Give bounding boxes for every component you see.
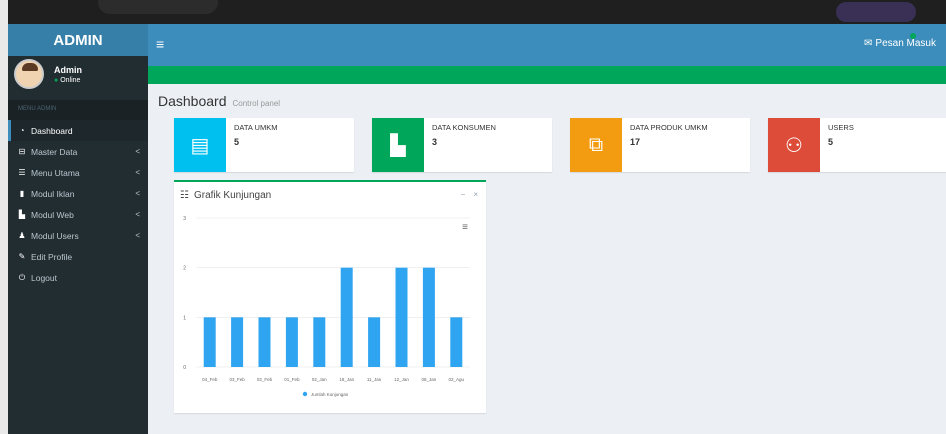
x-tick-label: 03_Feb xyxy=(229,377,245,382)
page-title: Dashboard xyxy=(158,93,227,109)
stat-box-data-produk-umkm: ⧉ DATA PRODUK UMKM 17 xyxy=(570,118,750,172)
avatar xyxy=(14,59,44,89)
user-status-label: Online xyxy=(60,76,81,84)
messages-button[interactable]: ✉ Pesan Masuk xyxy=(864,33,936,49)
browser-profile-pill xyxy=(836,2,916,22)
chevron-left-icon: < xyxy=(135,210,140,219)
bar xyxy=(450,317,463,367)
x-tick-label: 08_Jan xyxy=(422,377,437,382)
sidebar-menu: ◔ Dashboard ⊟ Master Data < ☰ Menu Utama < ▮ Modu… xyxy=(8,120,148,288)
bar xyxy=(203,317,216,367)
top-navbar: ≡ ✉ Pesan Masuk xyxy=(148,24,946,66)
user-name: Admin xyxy=(54,64,82,75)
stat-box-data-konsumen: ▙ DATA KONSUMEN 3 xyxy=(372,118,552,172)
x-tick-label: 01_Feb xyxy=(284,377,300,382)
bar xyxy=(340,267,353,367)
bar xyxy=(395,267,408,367)
x-tick-label: 12_Jan xyxy=(394,377,409,382)
y-tick-label: 1 xyxy=(183,315,186,321)
messages-badge xyxy=(910,33,916,39)
envelope-icon: ✉ xyxy=(864,38,873,49)
sidebar-item-label: Logout xyxy=(31,272,57,283)
sidebar-item-label: Menu Utama xyxy=(31,167,80,178)
list-icon: ☰ xyxy=(18,168,26,177)
sidebar-item-modul-iklan[interactable]: ▮ Modul Iklan < xyxy=(8,183,148,204)
x-tick-label: 11_Jan xyxy=(367,377,382,382)
sidebar-item-dashboard[interactable]: ◔ Dashboard xyxy=(8,120,148,141)
page-header: Dashboard Control panel xyxy=(158,93,280,109)
x-tick-label: 02_Agu xyxy=(449,377,465,382)
chevron-left-icon: < xyxy=(135,231,140,240)
bar xyxy=(285,317,298,367)
chevron-left-icon: < xyxy=(135,168,140,177)
sidebar-item-menu-utama[interactable]: ☰ Menu Utama < xyxy=(8,162,148,183)
stat-value: 5 xyxy=(828,137,834,147)
green-banner xyxy=(148,66,946,84)
sidebar-item-modul-web[interactable]: ▙ Modul Web < xyxy=(8,204,148,225)
stat-label: DATA PRODUK UMKM xyxy=(630,123,708,132)
cart-icon: ⊟ xyxy=(18,147,26,156)
chevron-left-icon: < xyxy=(135,189,140,198)
sidebar-item-logout[interactable]: ⏻ Logout xyxy=(8,267,148,288)
legend-label: Jumlah Kunjungan xyxy=(311,392,349,397)
stat-value: 17 xyxy=(630,137,641,147)
visit-chart-box: ☷ Grafik Kunjungan − × ≡ 0 1 2 3 04_Feb 03_Fe… xyxy=(174,180,486,413)
online-dot-icon: ● xyxy=(54,76,59,84)
user-panel: Admin ● Online xyxy=(8,56,148,92)
x-tick-label: 18_Jan xyxy=(339,377,354,382)
stat-label: DATA KONSUMEN xyxy=(432,123,496,132)
y-tick-label: 3 xyxy=(183,216,186,222)
stat-box-data-umkm: ▤ DATA UMKM 5 xyxy=(174,118,354,172)
file-icon: ▙ xyxy=(372,118,424,172)
legend-marker xyxy=(302,391,308,397)
sidebar-item-edit-profile[interactable]: ✎ Edit Profile xyxy=(8,246,148,267)
y-tick-label: 2 xyxy=(183,266,186,272)
sidebar-item-label: Dashboard xyxy=(31,125,73,136)
sidebar-item-modul-users[interactable]: ♟ Modul Users < xyxy=(8,225,148,246)
x-tick-label: 04_Feb xyxy=(202,377,218,382)
x-tick-label: 02_Jan xyxy=(312,377,327,382)
power-icon: ⏻ xyxy=(18,272,26,282)
book-icon: ▮ xyxy=(19,189,25,198)
sidebar: Admin ● Online MENU ADMIN ◔ Dashboard ⊟ Mas… xyxy=(8,56,148,434)
bar xyxy=(258,317,271,367)
messages-label: Pesan Masuk xyxy=(875,38,936,49)
chevron-left-icon: < xyxy=(135,147,140,156)
stat-box-users: ⚇ USERS 5 xyxy=(768,118,946,172)
stat-value: 3 xyxy=(432,137,438,147)
edit-icon: ✎ xyxy=(18,252,26,261)
sidebar-item-label: Edit Profile xyxy=(31,251,73,262)
bar xyxy=(313,317,326,367)
browser-tab-shape xyxy=(98,0,218,14)
sidebar-toggle-icon[interactable]: ≡ xyxy=(156,36,164,52)
users-icon: ♟ xyxy=(18,231,26,240)
user-status: ● Online xyxy=(54,77,82,84)
sidebar-item-master-data[interactable]: ⊟ Master Data < xyxy=(8,141,148,162)
bar xyxy=(231,317,244,367)
bar xyxy=(368,317,381,367)
book-icon: ▤ xyxy=(174,118,226,172)
files-icon: ⧉ xyxy=(570,118,622,172)
page-subtitle: Control panel xyxy=(232,99,281,108)
bar xyxy=(422,267,435,367)
sidebar-item-label: Modul Web xyxy=(31,209,74,220)
y-tick-label: 0 xyxy=(183,365,186,371)
sidebar-item-label: Master Data xyxy=(31,146,78,157)
users-icon: ⚇ xyxy=(768,118,820,172)
sidebar-header: MENU ADMIN xyxy=(8,100,148,120)
server-icon: ▙ xyxy=(18,210,26,219)
browser-strip xyxy=(8,0,946,24)
stat-value: 5 xyxy=(234,137,240,147)
sidebar-item-label: Modul Iklan xyxy=(31,188,75,199)
stat-label: DATA UMKM xyxy=(234,123,278,132)
sidebar-item-label: Modul Users xyxy=(31,230,79,241)
x-tick-label: 02_Feb xyxy=(257,377,273,382)
app-logo[interactable]: ADMIN xyxy=(8,24,148,56)
visit-bar-chart: 0 1 2 3 04_Feb 03_Feb 02_Feb 01_Feb 02_Jan 18_Jan… xyxy=(183,216,470,397)
stat-label: USERS xyxy=(828,123,854,132)
dashboard-icon: ◔ xyxy=(19,126,25,135)
app-frame: ADMIN ≡ ✉ Pesan Masuk Admin ● Online MEN… xyxy=(8,0,946,434)
